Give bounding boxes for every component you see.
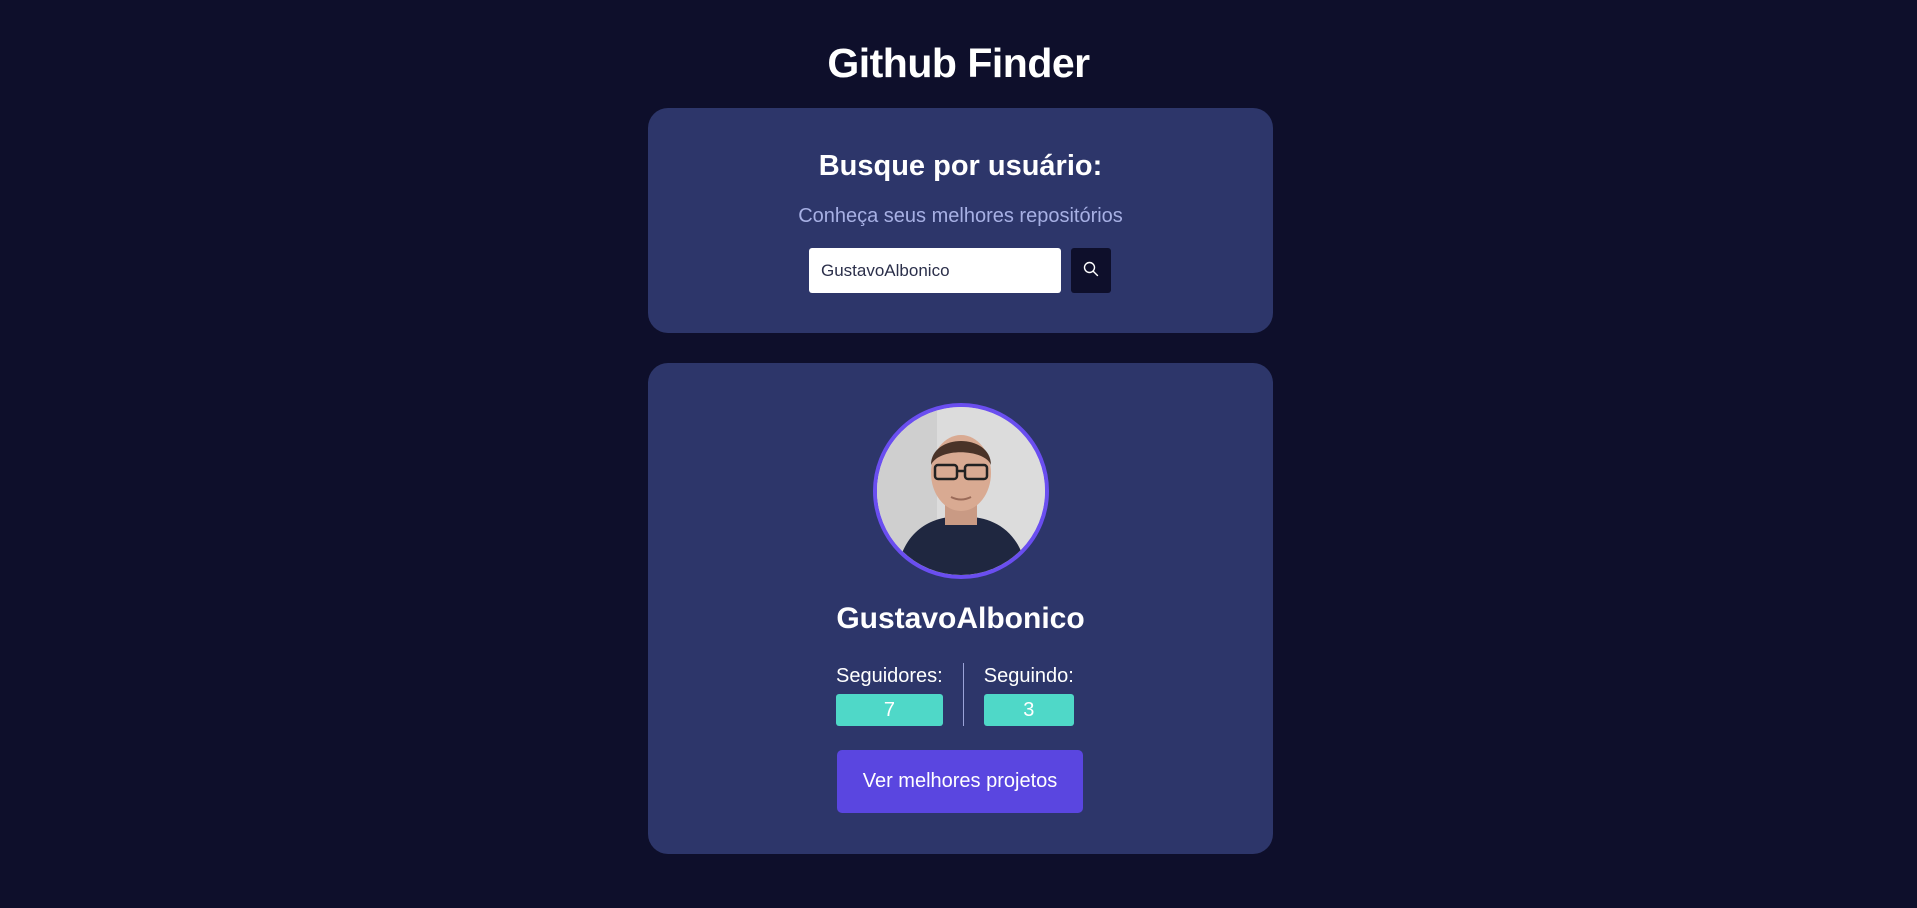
search-heading: Busque por usuário: <box>818 150 1103 182</box>
followers-stat: Seguidores: 7 <box>836 663 943 726</box>
profile-card: GustavoAlbonico Seguidores: 7 Seguindo: … <box>648 363 1273 854</box>
followers-label: Seguidores: <box>836 665 943 687</box>
app-title: Github Finder <box>827 40 1090 86</box>
following-stat: Seguindo: 3 <box>983 663 1074 726</box>
search-card: Busque por usuário: Conheça seus melhore… <box>648 108 1273 333</box>
followers-count: 7 <box>836 694 943 726</box>
following-label: Seguindo: <box>983 665 1074 687</box>
search-icon <box>1083 261 1099 280</box>
following-count: 3 <box>983 694 1074 726</box>
view-best-projects-button[interactable]: Ver melhores projetos <box>837 750 1083 813</box>
profile-name: GustavoAlbonico <box>836 602 1085 635</box>
search-button[interactable] <box>1071 248 1111 293</box>
search-input[interactable] <box>809 248 1061 293</box>
search-subtitle: Conheça seus melhores repositórios <box>798 205 1123 227</box>
profile-stats: Seguidores: 7 Seguindo: 3 <box>836 663 1074 726</box>
stats-divider <box>962 663 964 726</box>
avatar <box>873 403 1049 579</box>
search-row <box>809 248 1111 293</box>
